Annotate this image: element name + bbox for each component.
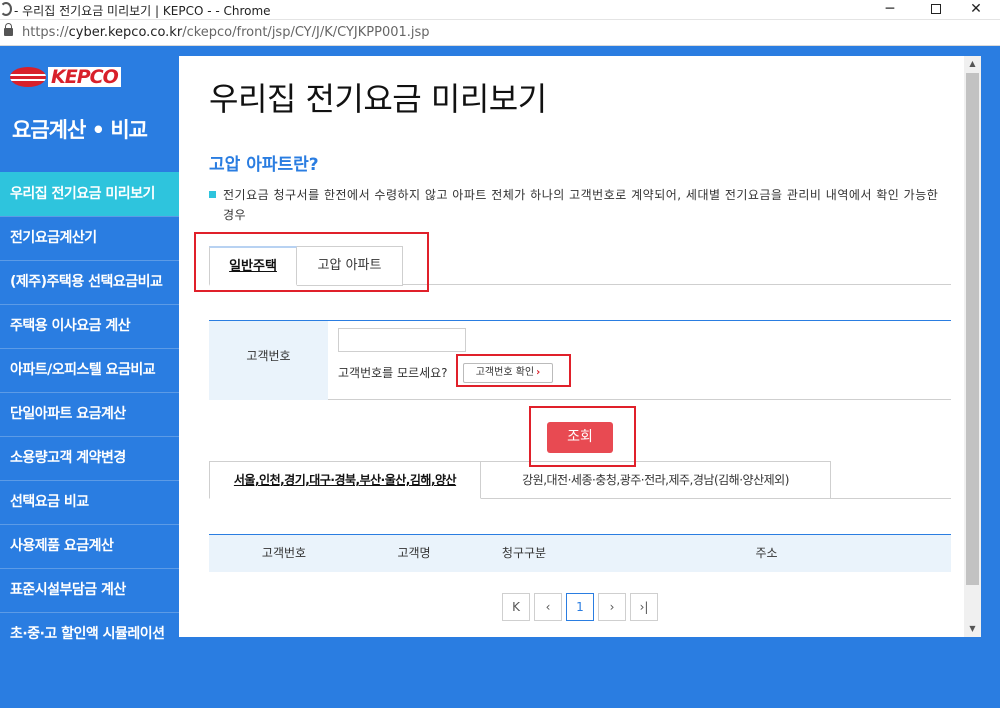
- tab-region-seoul-group[interactable]: 서울,인천,경기,대구·경북,부산·울산,김해,양산: [209, 461, 481, 499]
- column-customer-number: 고객번호: [261, 546, 307, 560]
- section-title: 고압 아파트란?: [209, 155, 319, 175]
- sidebar-item-apartment-compare[interactable]: 아파트/오피스텔 요금비교: [0, 348, 179, 392]
- tab-general-house[interactable]: 일반주택: [209, 246, 297, 286]
- tab-region-gangwon-group[interactable]: 강원,대전·세종·충청,광주·전라,제주,경남(김해·양산제외): [481, 461, 831, 499]
- sidebar-item-bill-calculator[interactable]: 전기요금계산기: [0, 216, 179, 260]
- bullet-icon: [209, 191, 216, 198]
- sidebar-item-home-bill-preview[interactable]: 우리집 전기요금 미리보기: [0, 172, 199, 217]
- housing-type-tabs: 일반주택 고압 아파트: [209, 246, 951, 286]
- chrome-app-icon: [0, 2, 12, 16]
- vertical-scrollbar[interactable]: ▲ ▼: [964, 56, 981, 637]
- sidebar-item-moving-bill[interactable]: 주택용 이사요금 계산: [0, 304, 179, 348]
- result-table-header: 고객번호 고객명 청구구분 주소: [209, 534, 951, 572]
- page-1-button[interactable]: 1: [566, 593, 594, 621]
- close-button[interactable]: ✕: [956, 0, 996, 20]
- search-button[interactable]: 조회: [547, 422, 613, 453]
- sidebar-item-appliance-bill[interactable]: 사용제품 요금계산: [0, 524, 179, 568]
- customer-number-input[interactable]: [338, 328, 466, 352]
- window-title: - 우리집 전기요금 미리보기 | KEPCO - - Chrome: [14, 4, 271, 18]
- url-text[interactable]: https://cyber.kepco.co.kr/ckepco/front/j…: [22, 25, 430, 40]
- sidebar-title: 요금계산 • 비교: [12, 118, 148, 142]
- lock-icon: [4, 23, 13, 36]
- address-bar[interactable]: https://cyber.kepco.co.kr/ckepco/front/j…: [0, 20, 1000, 46]
- customer-number-label: 고객번호: [209, 321, 328, 400]
- sidebar-item-school-discount[interactable]: 초·중·고 할인액 시뮬레이션: [0, 612, 179, 656]
- chevron-right-icon: ›: [536, 367, 541, 378]
- window-titlebar: - 우리집 전기요금 미리보기 | KEPCO - - Chrome ─ ✕: [0, 0, 1000, 20]
- sidebar-item-single-apartment[interactable]: 단일아파트 요금계산: [0, 392, 179, 436]
- sidebar: KEPCO 요금계산 • 비교 우리집 전기요금 미리보기 전기요금계산기 (제…: [0, 46, 199, 708]
- scrollbar-thumb[interactable]: [966, 73, 979, 585]
- description-text: 전기요금 청구서를 한전에서 수령하지 않고 아파트 전체가 하나의 고객번호로…: [223, 188, 939, 222]
- minimize-button[interactable]: ─: [870, 0, 910, 20]
- kepco-logo-text: KEPCO: [48, 67, 121, 87]
- url-path: /ckepco/front/jsp/CY/J/K/CYJKPP001.jsp: [182, 25, 430, 40]
- sidebar-item-rate-compare[interactable]: 선택요금 비교: [0, 480, 179, 524]
- kepco-logo[interactable]: KEPCO: [10, 66, 121, 88]
- page-title: 우리집 전기요금 미리보기: [209, 80, 547, 118]
- tab-high-voltage-apartment[interactable]: 고압 아파트: [297, 246, 403, 286]
- customer-number-hint: 고객번호를 모르세요?: [338, 366, 448, 380]
- sidebar-item-jeju-rate-compare[interactable]: (제주)주택용 선택요금비교: [0, 260, 179, 304]
- main-content: 우리집 전기요금 미리보기 고압 아파트란? 전기요금 청구서를 한전에서 수령…: [179, 56, 964, 637]
- column-billing-type: 청구구분: [501, 546, 547, 560]
- scroll-down-icon[interactable]: ▼: [964, 621, 981, 637]
- url-host: cyber.kepco.co.kr: [68, 25, 183, 40]
- next-page-button[interactable]: ›: [598, 593, 626, 621]
- scroll-up-icon[interactable]: ▲: [964, 56, 981, 72]
- maximize-icon: [931, 4, 941, 14]
- kepco-logo-mark: [10, 67, 46, 87]
- prev-page-button[interactable]: ‹: [534, 593, 562, 621]
- customer-number-form: 고객번호 고객번호를 모르세요? 고객번호 확인 ›: [209, 320, 951, 400]
- sidebar-item-facility-charge[interactable]: 표준시설부담금 계산: [0, 568, 179, 612]
- url-scheme: https://: [22, 25, 69, 40]
- sidebar-menu: 우리집 전기요금 미리보기 전기요금계산기 (제주)주택용 선택요금비교 주택용…: [0, 172, 199, 656]
- column-customer-name: 고객명: [397, 546, 431, 560]
- check-button-label: 고객번호 확인: [475, 367, 535, 378]
- sidebar-item-small-capacity-contract[interactable]: 소용량고객 계약변경: [0, 436, 179, 480]
- customer-number-check-button[interactable]: 고객번호 확인 ›: [463, 363, 553, 383]
- region-tabs: 서울,인천,경기,대구·경북,부산·울산,김해,양산 강원,대전·세종·충청,광…: [209, 461, 951, 499]
- last-page-button[interactable]: ›|: [630, 593, 658, 621]
- first-page-button[interactable]: K: [502, 593, 530, 621]
- column-address: 주소: [755, 546, 778, 560]
- maximize-button[interactable]: [916, 0, 956, 20]
